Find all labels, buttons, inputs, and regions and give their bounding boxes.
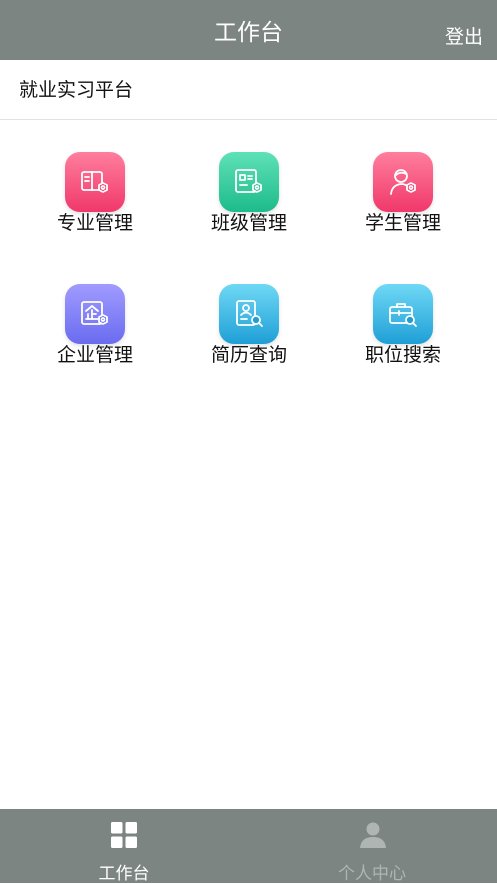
page-title: 工作台 (214, 20, 283, 46)
logout-button[interactable]: 登出 (445, 0, 483, 60)
tile-label: 专业管理 (56, 212, 133, 234)
nav-label: 个人中心 (338, 864, 406, 884)
tile-label: 简历查询 (210, 344, 287, 366)
tile-label: 学生管理 (364, 212, 441, 234)
tile-resume-query[interactable]: 简历查询 (174, 284, 324, 384)
student-gear-icon (373, 152, 433, 212)
person-icon (360, 822, 386, 848)
nav-label: 工作台 (98, 864, 150, 884)
tile-major-management[interactable]: 专业管理 (20, 152, 170, 252)
platform-title: 就业实习平台 (19, 79, 134, 101)
tile-student-management[interactable]: 学生管理 (328, 152, 478, 252)
tile-job-search[interactable]: 职位搜索 (328, 284, 478, 384)
resume-search-icon (219, 284, 279, 344)
tile-label: 职位搜索 (364, 344, 441, 366)
briefcase-search-icon (373, 284, 433, 344)
grid-icon (111, 822, 137, 848)
book-gear-icon (65, 152, 125, 212)
tile-label: 企业管理 (56, 344, 133, 366)
tile-class-management[interactable]: 班级管理 (174, 152, 324, 252)
enterprise-gear-icon (65, 284, 125, 344)
bottom-nav: 工作台 个人中心 (0, 809, 497, 884)
header-bar: 工作台 登出 (0, 0, 497, 60)
platform-bar: 就业实习平台 (0, 60, 497, 120)
nav-item-workbench[interactable]: 工作台 (0, 809, 248, 884)
nav-item-personal-center[interactable]: 个人中心 (248, 809, 496, 884)
tile-label: 班级管理 (210, 212, 287, 234)
tile-enterprise-management[interactable]: 企业管理 (20, 284, 170, 384)
class-gear-icon (219, 152, 279, 212)
